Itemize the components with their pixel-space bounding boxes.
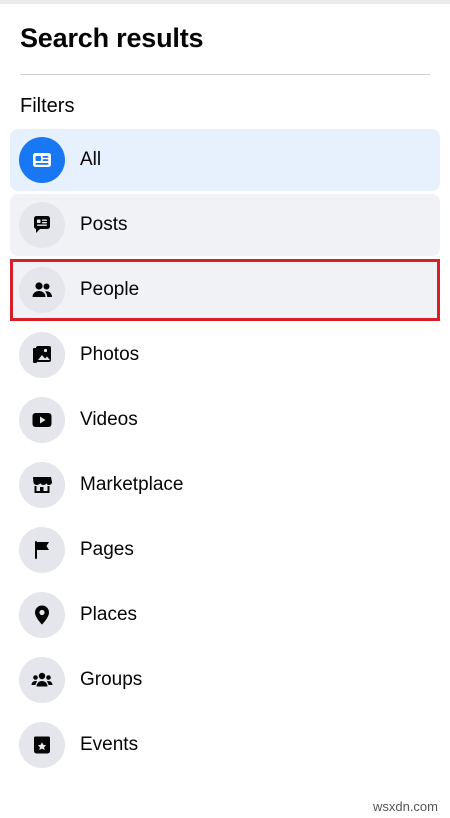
- filter-item-posts[interactable]: Posts: [10, 194, 440, 256]
- filter-label: Marketplace: [80, 474, 184, 495]
- filter-item-groups[interactable]: Groups: [10, 649, 440, 711]
- photos-icon: [19, 332, 65, 378]
- filter-label: People: [80, 279, 140, 300]
- filter-label: Videos: [80, 409, 138, 430]
- events-icon: [19, 722, 65, 768]
- filter-label: Photos: [80, 344, 140, 365]
- filter-item-people[interactable]: People: [10, 259, 440, 321]
- filter-item-videos[interactable]: Videos: [10, 389, 440, 451]
- filter-label: Events: [80, 734, 139, 755]
- groups-icon: [19, 657, 65, 703]
- pages-flag-icon: [19, 527, 65, 573]
- filter-item-pages[interactable]: Pages: [10, 519, 440, 581]
- filter-item-places[interactable]: Places: [10, 584, 440, 646]
- location-pin-icon: [19, 592, 65, 638]
- people-icon: [19, 267, 65, 313]
- divider: [20, 74, 430, 75]
- videos-icon: [19, 397, 65, 443]
- filter-item-all[interactable]: All: [10, 129, 440, 191]
- filter-item-photos[interactable]: Photos: [10, 324, 440, 386]
- page-title: Search results: [20, 23, 204, 53]
- news-feed-icon: [19, 137, 65, 183]
- filter-item-events[interactable]: Events: [10, 714, 440, 776]
- posts-icon: [19, 202, 65, 248]
- filter-list: All Posts People Photos Videos Marketpla…: [10, 129, 440, 779]
- filter-label: Groups: [80, 669, 143, 690]
- watermark: wsxdn.com: [372, 799, 438, 814]
- marketplace-icon: [19, 462, 65, 508]
- filter-label: Posts: [80, 214, 128, 235]
- filter-label: Places: [80, 604, 138, 625]
- top-border: [0, 0, 450, 4]
- filter-label: All: [80, 149, 102, 170]
- filter-label: Pages: [80, 539, 134, 560]
- filter-item-marketplace[interactable]: Marketplace: [10, 454, 440, 516]
- filters-heading: Filters: [20, 95, 75, 117]
